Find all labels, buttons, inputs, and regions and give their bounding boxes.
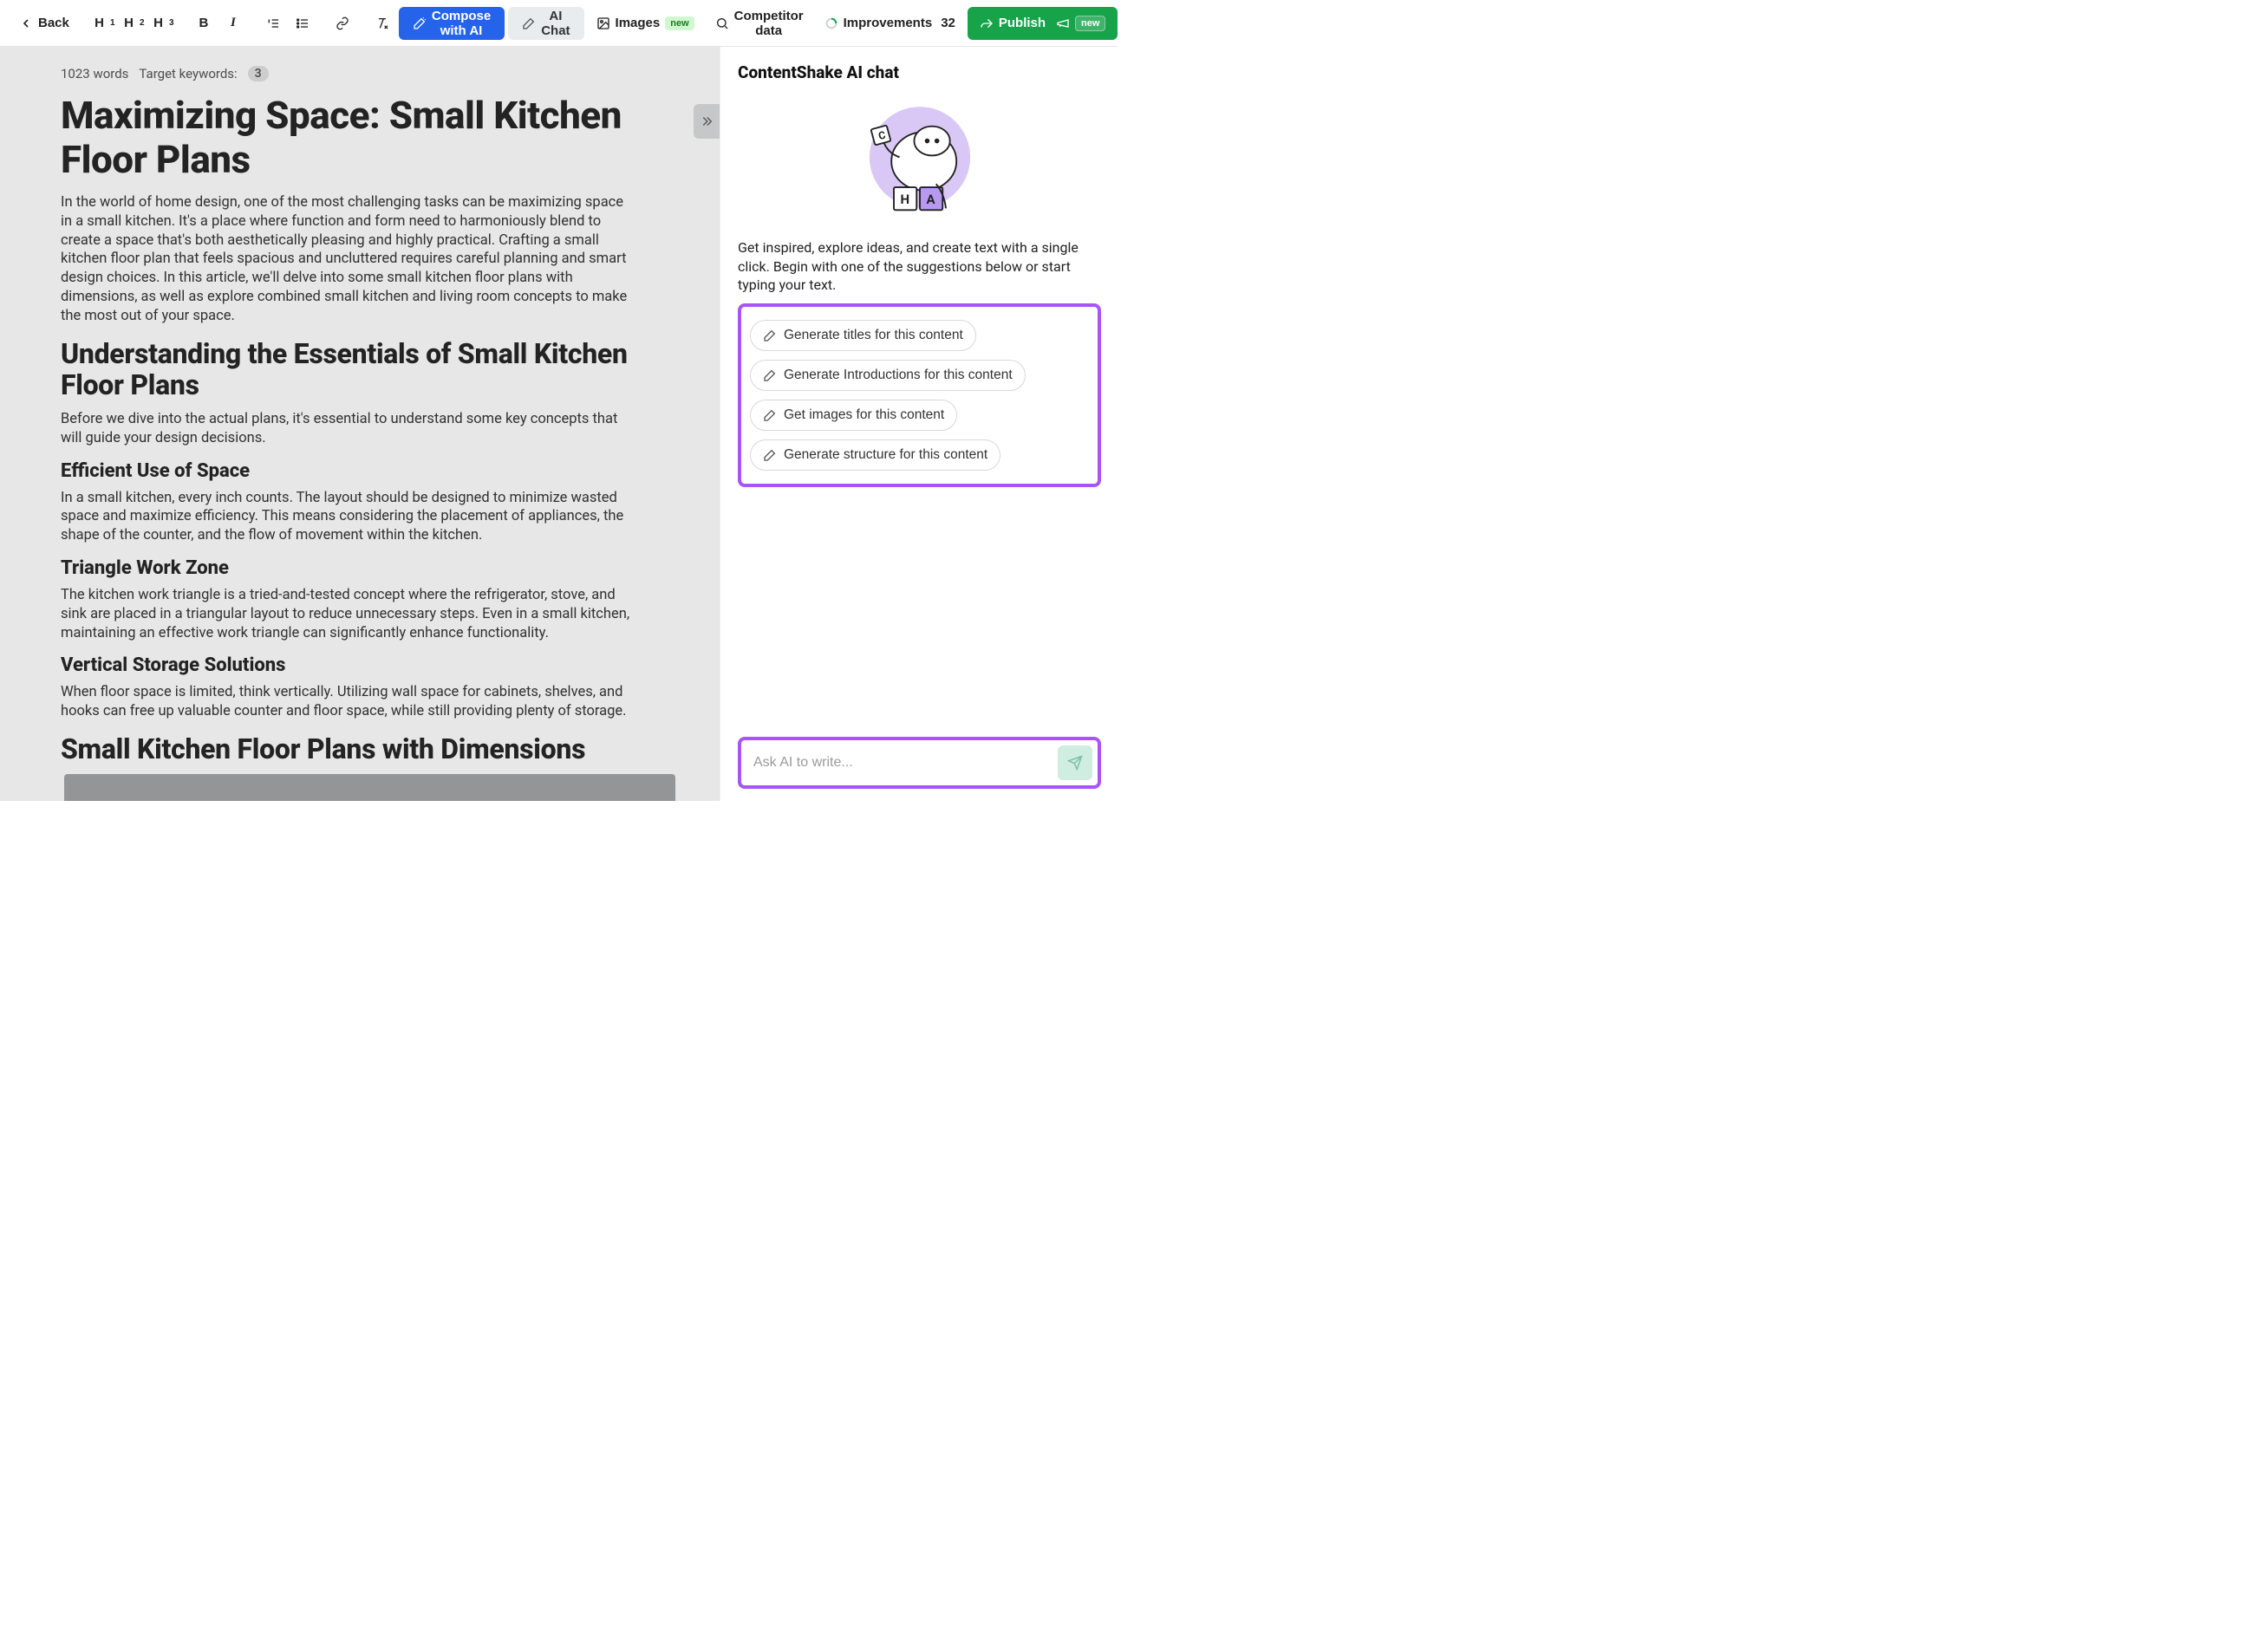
chat-input[interactable] [746,746,1051,779]
improvements-button[interactable]: Improvements 32 [816,8,964,39]
suggestion-generate-intros[interactable]: Generate Introductions for this content [750,360,1026,391]
section-heading[interactable]: Understanding the Essentials of Small Ki… [61,338,633,402]
wand-icon [413,16,427,30]
paragraph[interactable]: In a small kitchen, every inch counts. T… [61,489,633,545]
link-icon [336,16,349,30]
chevrons-right-icon [699,114,714,129]
ai-chat-button[interactable]: AI Chat [508,7,583,40]
wand-icon [522,16,536,30]
svg-text:A: A [926,192,935,207]
wand-icon [763,448,777,462]
svg-text:H: H [900,192,909,207]
new-badge: new [1075,16,1105,31]
chat-input-highlight-frame [738,737,1101,789]
editor-area: 1023 words Target keywords: 3 Maximizing… [0,47,720,801]
back-label: Back [38,16,69,30]
paragraph[interactable]: The kitchen work triangle is a tried-and… [61,586,633,642]
bold-button[interactable]: B [191,8,217,39]
target-keywords-label: Target keywords: [139,66,237,81]
arrow-left-icon [19,16,33,30]
clear-format-button[interactable] [369,8,395,39]
send-button[interactable] [1058,745,1092,780]
compose-label: Compose with AI [432,9,491,38]
competitor-button[interactable]: Competitor data [707,8,812,39]
aichat-label: AI Chat [541,9,570,38]
italic-button[interactable]: I [220,8,246,39]
ordered-list-button[interactable] [260,8,286,39]
suggestion-generate-structure[interactable]: Generate structure for this content [750,439,1000,471]
h1-button[interactable]: H1 [92,8,118,39]
ai-chat-panel: ContentShake AI chat C H A [720,47,1117,801]
share-icon [980,16,994,30]
editor-content[interactable]: 1023 words Target keywords: 3 Maximizing… [0,47,676,801]
collapse-panel-button[interactable] [694,104,720,139]
subsection-heading[interactable]: Triangle Work Zone [61,557,633,579]
megaphone-icon [1056,16,1070,30]
main: 1023 words Target keywords: 3 Maximizing… [0,47,1117,801]
suggestion-generate-titles[interactable]: Generate titles for this content [750,320,976,351]
article-title[interactable]: Maximizing Space: Small Kitchen Floor Pl… [61,94,633,181]
word-count: 1023 words [61,66,128,81]
paragraph[interactable]: Before we dive into the actual plans, it… [61,410,633,448]
search-icon [715,16,729,30]
paragraph[interactable]: In the world of home design, one of the … [61,193,633,325]
robot-illustration: C H A [738,96,1101,226]
improvements-count: 32 [941,16,955,30]
link-button[interactable] [329,8,355,39]
subsection-heading[interactable]: Vertical Storage Solutions [61,654,633,676]
compose-ai-button[interactable]: Compose with AI [399,7,505,40]
chat-intro-text: Get inspired, explore ideas, and create … [738,238,1101,295]
publish-button[interactable]: Publish new [968,7,1118,40]
subsection-heading[interactable]: Efficient Use of Space [61,460,633,482]
competitor-label: Competitor data [734,9,804,38]
h3-button[interactable]: H3 [151,8,177,39]
clear-format-icon [375,16,389,30]
unordered-list-icon [296,16,310,30]
publish-label: Publish [999,16,1046,30]
images-label: Images [616,16,661,30]
meta-row: 1023 words Target keywords: 3 [61,66,633,81]
paragraph[interactable]: When floor space is limited, think verti… [61,683,633,721]
progress-ring-icon [824,16,838,30]
ordered-list-icon [266,16,280,30]
wand-icon [763,329,777,342]
improvements-label: Improvements [844,16,933,30]
suggestion-get-images[interactable]: Get images for this content [750,400,957,431]
wand-icon [763,408,777,422]
images-button[interactable]: Images new [588,8,703,39]
back-button[interactable]: Back [10,8,78,39]
send-icon [1067,755,1083,771]
suggestions-highlight-frame: Generate titles for this content Generat… [738,303,1101,487]
robot-icon: C H A [855,96,985,226]
wand-icon [763,368,777,382]
keyword-count-pill[interactable]: 3 [248,66,269,81]
section-heading[interactable]: Small Kitchen Floor Plans with Dimension… [61,733,633,765]
new-badge: new [665,16,694,30]
h2-button[interactable]: H2 [121,8,147,39]
unordered-list-button[interactable] [290,8,316,39]
image-icon [596,16,610,30]
image-placeholder[interactable] [64,774,675,801]
chat-panel-title: ContentShake AI chat [738,62,1101,82]
toolbar: Back H1 H2 H3 B I Compose with AI AI Cha… [0,0,1117,47]
